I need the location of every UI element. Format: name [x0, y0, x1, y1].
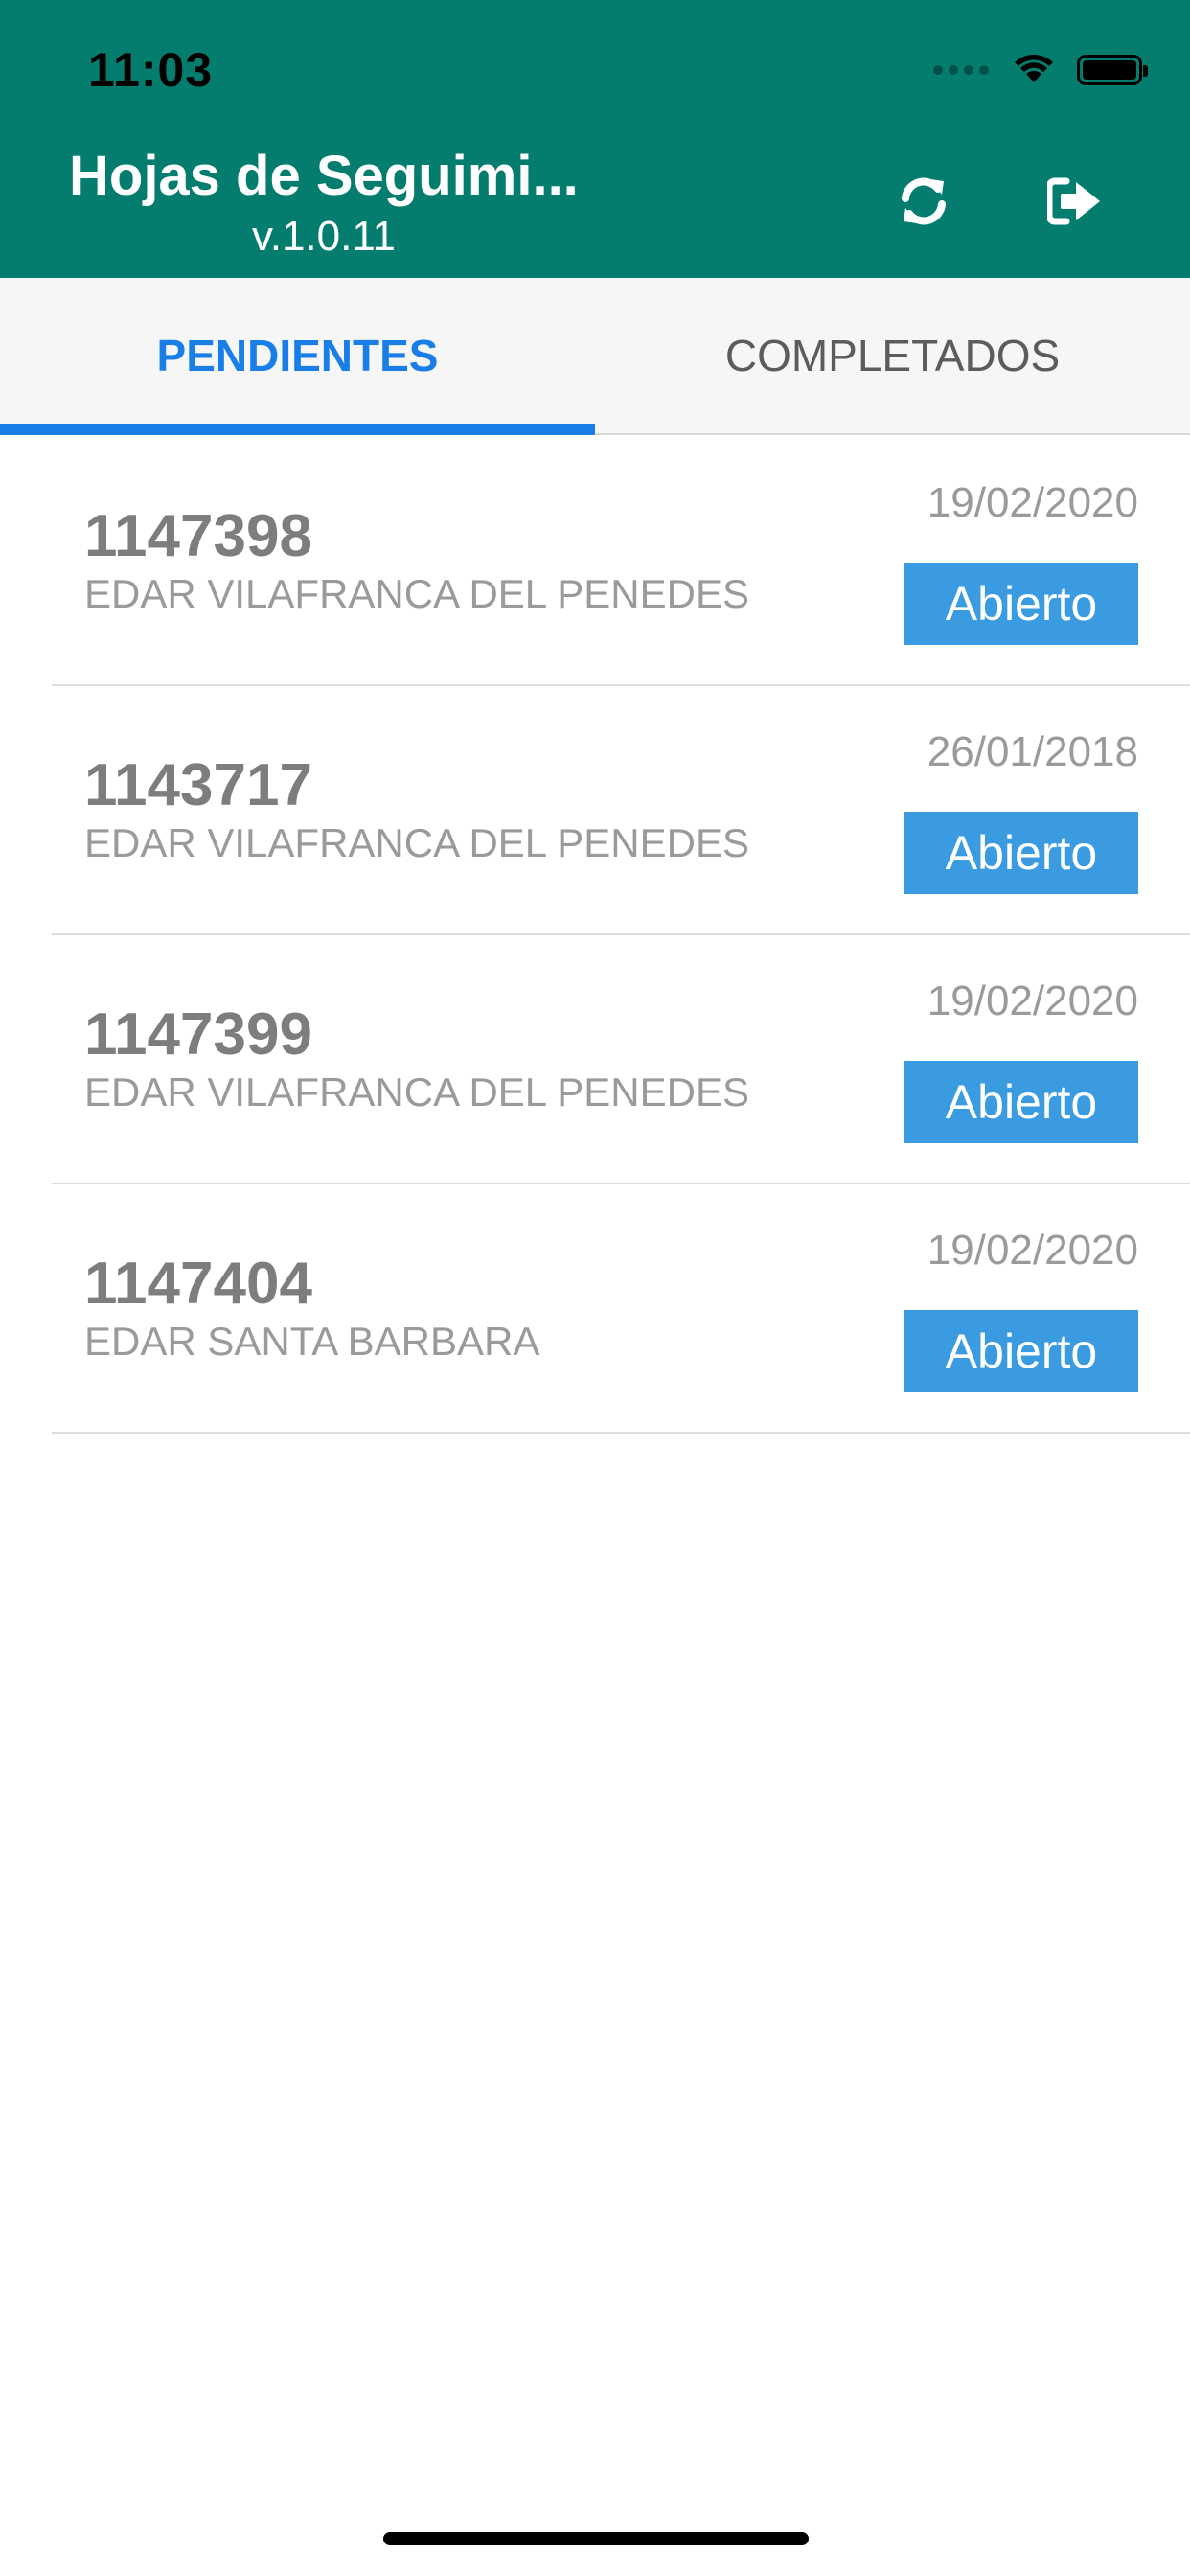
item-id: 1147398: [84, 503, 312, 569]
active-tab-indicator: [0, 424, 595, 435]
pending-list: 1147398 EDAR VILAFRANCA DEL PENEDES 19/0…: [0, 437, 1190, 1434]
item-date: 19/02/2020: [927, 479, 1138, 526]
logout-icon: [1045, 177, 1103, 230]
status-badge: Abierto: [904, 563, 1138, 645]
item-location: EDAR SANTA BARBARA: [84, 1319, 540, 1364]
refresh-icon: [896, 173, 951, 234]
status-badge: Abierto: [904, 812, 1138, 894]
app-title: Hojas de Seguimi...: [69, 145, 579, 207]
list-item[interactable]: 1147398 EDAR VILAFRANCA DEL PENEDES 19/0…: [52, 437, 1190, 686]
item-date: 19/02/2020: [927, 1227, 1138, 1274]
home-indicator[interactable]: [383, 2532, 809, 2545]
status-icons: [933, 50, 1148, 89]
wifi-icon: [1012, 50, 1056, 89]
battery-icon: [1077, 54, 1148, 85]
tab-pendientes[interactable]: PENDIENTES: [0, 278, 595, 433]
status-badge: Abierto: [904, 1061, 1138, 1143]
status-time: 11:03: [88, 43, 214, 97]
cellular-signal-icon: [933, 64, 989, 75]
list-item[interactable]: 1147399 EDAR VILAFRANCA DEL PENEDES 19/0…: [52, 935, 1190, 1184]
item-location: EDAR VILAFRANCA DEL PENEDES: [84, 1070, 749, 1115]
item-id: 1143717: [84, 752, 312, 818]
list-item[interactable]: 1147404 EDAR SANTA BARBARA 19/02/2020 Ab…: [52, 1184, 1190, 1434]
item-date: 26/01/2018: [927, 728, 1138, 775]
status-badge: Abierto: [904, 1310, 1138, 1392]
tab-completados[interactable]: COMPLETADOS: [595, 278, 1190, 433]
tab-bar: PENDIENTES COMPLETADOS: [0, 278, 1190, 435]
refresh-button[interactable]: [885, 165, 962, 242]
logout-button[interactable]: [1037, 165, 1113, 242]
item-date: 19/02/2020: [927, 978, 1138, 1024]
item-location: EDAR VILAFRANCA DEL PENEDES: [84, 571, 749, 616]
list-item[interactable]: 1143717 EDAR VILAFRANCA DEL PENEDES 26/0…: [52, 686, 1190, 935]
item-id: 1147404: [84, 1251, 312, 1317]
item-id: 1147399: [84, 1001, 312, 1068]
app-version: v.1.0.11: [251, 213, 397, 260]
app-header: 11:03 Hojas de Seguimi... v.1.0.11: [0, 0, 1190, 278]
item-location: EDAR VILAFRANCA DEL PENEDES: [84, 820, 749, 865]
